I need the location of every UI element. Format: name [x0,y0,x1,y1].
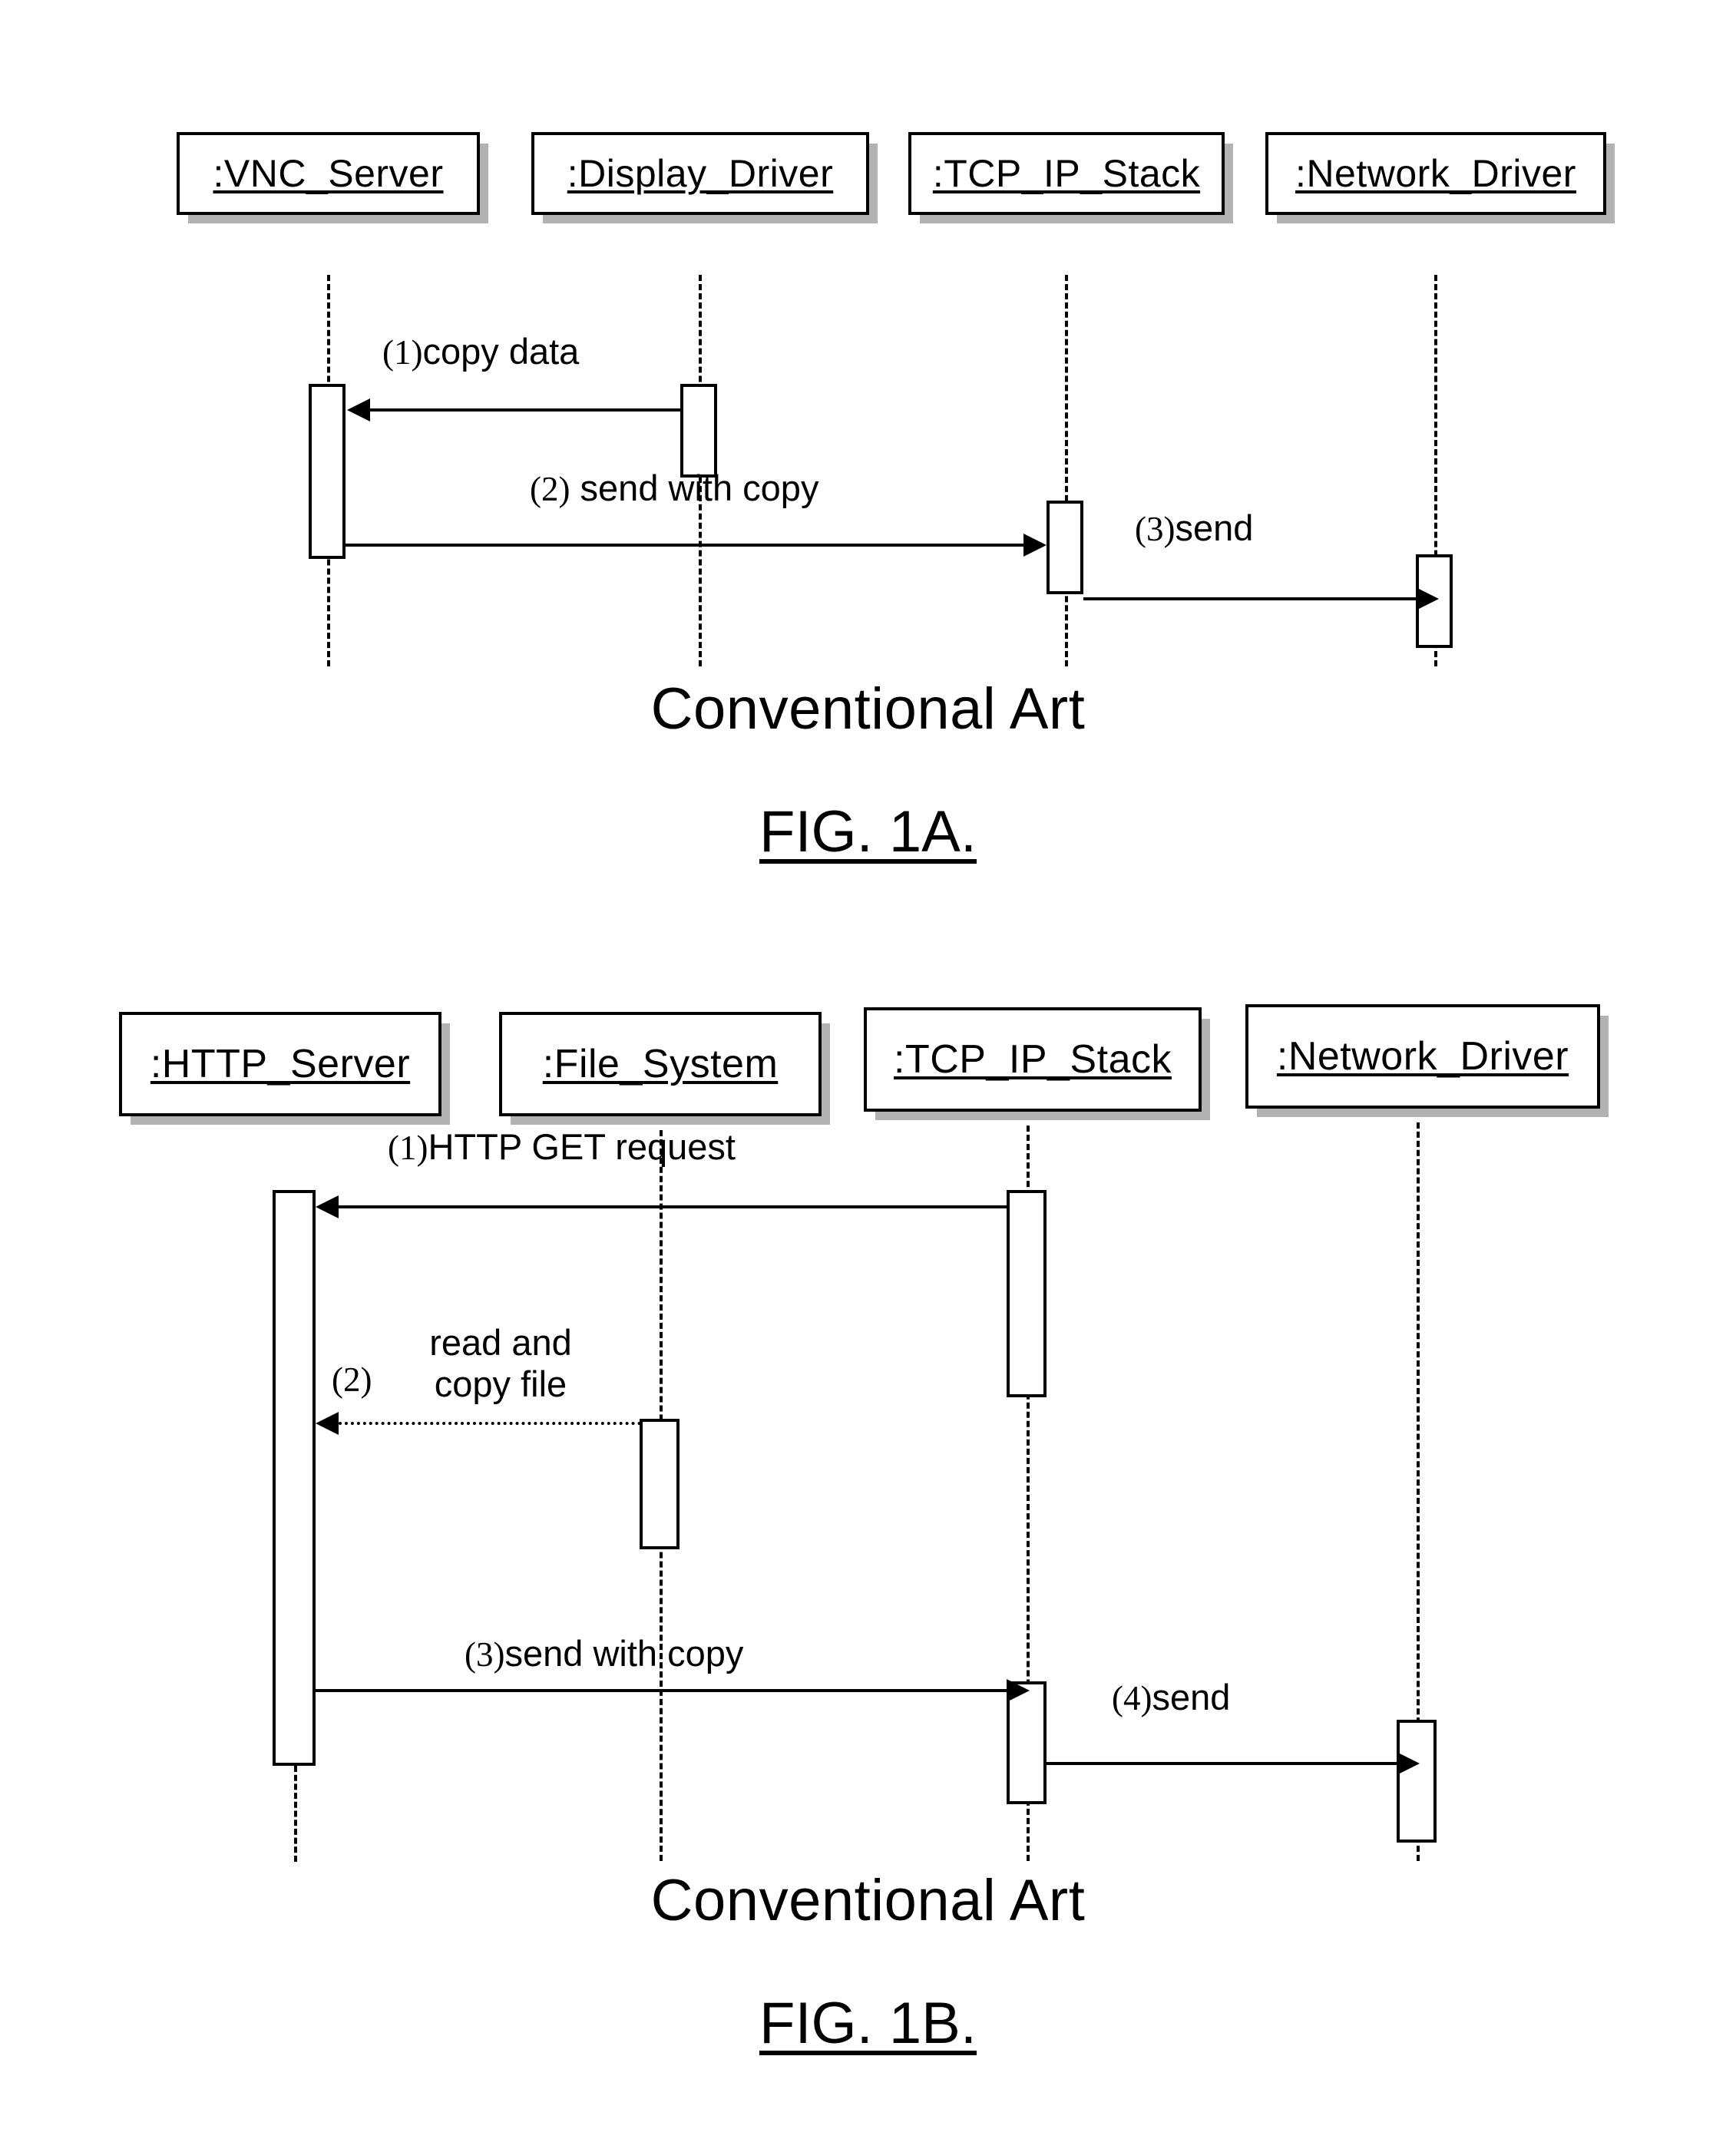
arrow-head-1a-send [1416,587,1439,610]
object-label-file-system: :File_System [542,1042,779,1086]
activation-network-driver-b [1397,1720,1437,1843]
message-text-1b-4: send [1152,1677,1231,1717]
message-label-1b-send: (4)send [1112,1677,1231,1718]
message-text-1a-3: send [1175,507,1254,548]
message-line-1b-read-copy-file [339,1422,641,1425]
arrow-head-1a-copy-data [347,398,370,421]
art-caption-1b: Conventional Art [650,1868,1086,1933]
art-caption-1a: Conventional Art [650,676,1086,742]
activation-tcp-ip-stack-b-1 [1007,1190,1047,1397]
message-text-1b-1: HTTP GET request [428,1126,736,1167]
object-box-tcp-ip-stack: :TCP_IP_Stack [908,132,1225,215]
arrow-head-1b-http-get [316,1195,339,1218]
message-number-1b-2: (2) [332,1360,372,1399]
message-label-1a-send: (3)send [1135,507,1254,549]
object-label-network-driver-b: :Network_Driver [1276,1034,1569,1079]
object-box-tcp-ip-stack-b: :TCP_IP_Stack [864,1007,1202,1112]
object-label-display-driver: :Display_Driver [567,152,834,195]
message-text-1b-3: send with copy [504,1633,744,1674]
message-line-1a-copy-data [370,408,680,412]
object-label-network-driver: :Network_Driver [1295,152,1576,195]
message-text-1b-2-line2: copy file [434,1364,567,1405]
arrow-head-1b-send-with-copy [1007,1679,1030,1702]
message-number-1b-4: (4) [1112,1679,1152,1717]
message-number-1a-1: (1) [382,333,423,372]
object-box-http-server: :HTTP_Server [119,1012,441,1116]
activation-tcp-ip-stack [1047,501,1083,594]
object-label-vnc-server: :VNC_Server [213,152,444,195]
activation-display-driver [680,384,717,478]
message-line-1a-send-with-copy [346,544,1023,547]
activation-http-server [273,1190,316,1766]
object-label-tcp-ip-stack-b: :TCP_IP_Stack [894,1037,1172,1082]
object-box-file-system: :File_System [499,1012,822,1116]
message-label-1a-copy-data: (1)copy data [382,331,580,372]
object-box-network-driver: :Network_Driver [1265,132,1606,215]
figure-1a: :VNC_Server :Display_Driver :TCP_IP_Stac… [0,0,1736,921]
figure-caption-1a: FIG. 1A. [0,798,1736,865]
message-number-1a-3: (3) [1135,510,1176,548]
figure-caption-1a-text: FIG. 1A. [759,799,977,864]
message-number-wrap-1b-2: (2) [332,1359,372,1400]
object-label-http-server: :HTTP_Server [150,1042,411,1086]
lifeline-tcp-ip-stack [1065,275,1068,666]
message-number-1b-3: (3) [465,1635,505,1674]
figure-1b: :HTTP_Server :File_System :TCP_IP_Stack … [0,921,1736,2142]
message-label-1a-send-with-copy: (2) send with copy [530,468,818,509]
arrow-head-1a-send-with-copy [1023,534,1047,557]
object-box-display-driver: :Display_Driver [531,132,869,215]
arrow-head-1b-send [1397,1752,1420,1775]
message-label-1b-send-with-copy: (3)send with copy [465,1633,744,1674]
object-label-tcp-ip-stack: :TCP_IP_Stack [932,152,1201,195]
figure-caption-1b-text: FIG. 1B. [759,1991,977,2056]
object-box-vnc-server: :VNC_Server [177,132,480,215]
arrow-head-1b-read-copy-file [316,1412,339,1435]
message-label-1b-read-copy-file: read and copy file [393,1322,608,1405]
activation-vnc-server [309,384,346,559]
message-number-1a-2: (2) [530,470,570,508]
message-label-1b-http-get: (1)HTTP GET request [388,1126,736,1168]
message-text-1a-1: copy data [422,331,580,372]
object-box-network-driver-b: :Network_Driver [1245,1004,1600,1109]
message-line-1b-http-get [339,1205,1008,1208]
lifeline-http-server [294,1766,297,1862]
message-line-1b-send [1047,1762,1397,1765]
figure-caption-1b: FIG. 1B. [0,1990,1736,2057]
message-line-1a-send [1083,597,1416,600]
message-text-1a-2: send with copy [580,468,819,508]
message-number-1b-1: (1) [388,1129,428,1167]
message-line-1b-send-with-copy [316,1689,1007,1692]
message-text-1b-2-line1: read and [429,1322,572,1363]
activation-file-system [640,1419,680,1549]
